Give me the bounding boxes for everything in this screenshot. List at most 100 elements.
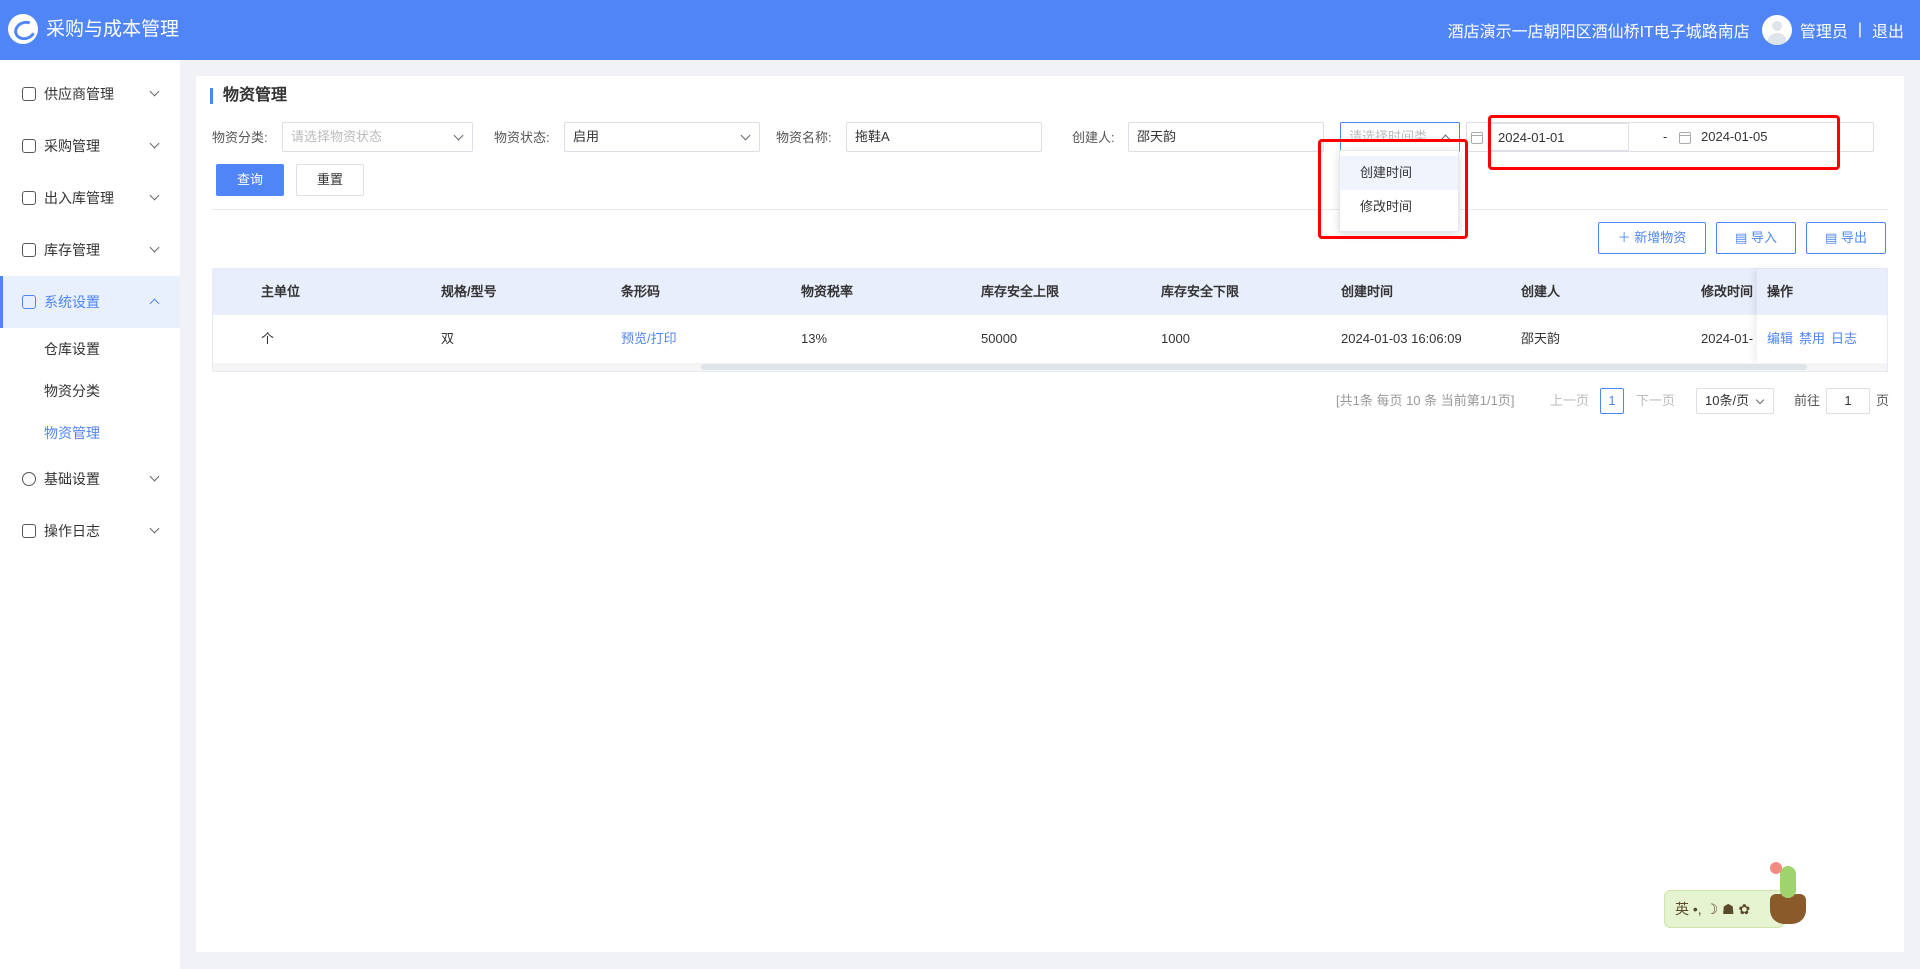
purchase-icon: [22, 139, 36, 153]
table-row: 个 双 预览/打印 13% 50000 1000 2024-01-03 16:0…: [213, 315, 1887, 363]
name-input[interactable]: 拖鞋A: [846, 122, 1042, 152]
cell-creator: 邵天韵: [1521, 331, 1561, 346]
chevron-down-icon: [1755, 395, 1765, 405]
page-size-select[interactable]: 10条/页: [1696, 388, 1774, 414]
sidebar-item-supplier[interactable]: 供应商管理: [0, 68, 180, 120]
goto-label: 前往: [1794, 393, 1821, 408]
sidebar-item-label: 出入库管理: [44, 190, 114, 206]
chevron-down-icon: [149, 471, 160, 482]
chevron-down-icon: [149, 86, 160, 97]
chevron-down-icon: [740, 130, 751, 141]
barcode-preview-link[interactable]: 预览/打印: [621, 315, 677, 363]
column-header: 修改时间: [1701, 284, 1754, 299]
column-header: 创建人: [1521, 284, 1561, 299]
chevron-down-icon: [453, 130, 464, 141]
sidebar-subitem-warehouse-settings[interactable]: 仓库设置: [44, 339, 100, 359]
column-header: 库存安全上限: [981, 284, 1060, 299]
gear-icon: [22, 472, 36, 486]
chevron-down-icon: [149, 242, 160, 253]
sidebar-item-inventory[interactable]: 库存管理: [0, 224, 180, 276]
add-material-button[interactable]: ＋ 新增物资: [1598, 222, 1706, 254]
sidebar-item-label: 系统设置: [44, 294, 100, 310]
sidebar-item-system-settings[interactable]: 系统设置: [0, 276, 180, 328]
supplier-icon: [22, 87, 36, 101]
disable-link[interactable]: 禁用: [1799, 331, 1825, 346]
creator-value: 邵天韵: [1137, 129, 1177, 144]
header-user-area: 酒店演示一店朝阳区酒仙桥IT电子城路南店 管理员 | 退出: [1448, 15, 1904, 45]
scrollbar-thumb[interactable]: [701, 364, 1807, 370]
user-name[interactable]: 管理员: [1800, 18, 1848, 42]
sidebar-item-operation-log[interactable]: 操作日志: [0, 505, 180, 557]
creator-label: 创建人:: [1072, 130, 1115, 145]
operations-column: 操作 编辑 禁用 日志: [1757, 269, 1887, 363]
divider: [212, 209, 1888, 210]
category-placeholder: 请选择物资状态: [291, 129, 383, 144]
sidebar-item-label: 采购管理: [44, 138, 100, 154]
operations-cell: 编辑 禁用 日志: [1757, 315, 1887, 363]
status-select[interactable]: 启用: [564, 122, 760, 152]
cell-created: 2024-01-03 16:06:09: [1341, 331, 1462, 346]
chevron-down-icon: [149, 138, 160, 149]
export-button[interactable]: ▤ 导出: [1806, 222, 1886, 254]
import-button[interactable]: ▤ 导入: [1716, 222, 1796, 254]
cell-unit: 个: [261, 331, 275, 346]
column-header: 库存安全下限: [1161, 284, 1240, 299]
export-label: 导出: [1840, 230, 1867, 245]
category-label: 物资分类:: [212, 130, 268, 145]
sidebar-item-label: 基础设置: [44, 471, 100, 487]
app-title: 采购与成本管理: [46, 19, 180, 40]
column-header: 物资税率: [801, 284, 854, 299]
avatar-icon[interactable]: [1761, 15, 1792, 45]
next-page-button[interactable]: 下一页: [1636, 388, 1675, 414]
sidebar-item-label: 供应商管理: [44, 86, 114, 102]
log-link[interactable]: 日志: [1831, 331, 1857, 346]
cell-lower: 1000: [1161, 331, 1190, 346]
cell-tax: 13%: [801, 331, 828, 346]
cell-upper: 50000: [981, 331, 1018, 346]
goto-page-input[interactable]: 1: [1826, 388, 1870, 414]
prev-page-button[interactable]: 上一页: [1550, 388, 1589, 414]
header-separator: |: [1857, 21, 1862, 38]
logout-link[interactable]: 退出: [1872, 18, 1904, 42]
cell-modified: 2024-01-: [1701, 331, 1754, 346]
sidebar-subitem-material-management[interactable]: 物资管理: [44, 423, 100, 443]
column-header: 主单位: [261, 284, 301, 299]
page-unit-label: 页: [1876, 393, 1890, 408]
sidebar-item-purchase[interactable]: 采购管理: [0, 120, 180, 172]
name-value: 拖鞋A: [855, 129, 890, 144]
add-material-label: 新增物资: [1634, 230, 1687, 245]
ime-toolbar[interactable]: 英 •, ☽ ☗ ✿: [1664, 862, 1812, 930]
content-card: 物资管理 物资分类: 请选择物资状态 物资状态: 启用 物资名称: 拖鞋A 创建…: [196, 76, 1904, 952]
log-icon: [22, 524, 36, 538]
chevron-down-icon: [149, 523, 160, 534]
horizontal-scrollbar[interactable]: [213, 363, 1887, 371]
table-header: 主单位 规格/型号 条形码 物资税率 库存安全上限 库存安全下限 创建时间 创建…: [213, 269, 1887, 315]
import-icon: ▤: [1735, 230, 1751, 245]
sidebar-item-warehouse-io[interactable]: 出入库管理: [0, 172, 180, 224]
pagination-summary: [共1条 每页 10 条 当前第1/1页]: [1336, 393, 1515, 408]
sidebar-subitem-material-category[interactable]: 物资分类: [44, 381, 100, 401]
category-select[interactable]: 请选择物资状态: [282, 122, 473, 152]
column-header: 创建时间: [1341, 284, 1394, 299]
creator-input[interactable]: 邵天韵: [1128, 122, 1324, 152]
ime-status-bar[interactable]: 英 •, ☽ ☗ ✿: [1664, 890, 1784, 928]
sidebar-item-label: 操作日志: [44, 523, 100, 539]
store-name[interactable]: 酒店演示一店朝阳区酒仙桥IT电子城路南店: [1448, 18, 1750, 42]
name-label: 物资名称:: [776, 130, 832, 145]
edit-link[interactable]: 编辑: [1767, 331, 1793, 346]
query-button[interactable]: 查询: [216, 164, 284, 196]
reset-button[interactable]: 重置: [296, 164, 364, 196]
top-header: 采购与成本管理 酒店演示一店朝阳区酒仙桥IT电子城路南店 管理员 | 退出: [0, 0, 1920, 60]
chevron-down-icon: [149, 190, 160, 201]
row-actions: 编辑 禁用 日志: [1767, 315, 1863, 363]
status-value: 启用: [573, 129, 600, 144]
sidebar-item-basic-settings[interactable]: 基础设置: [0, 453, 180, 505]
inventory-icon: [22, 243, 36, 257]
highlight-box-dropdown: [1318, 139, 1468, 239]
flower-icon: [1770, 862, 1782, 874]
sidebar-item-label: 库存管理: [44, 242, 100, 258]
export-icon: ▤: [1825, 230, 1841, 245]
page-number-current[interactable]: 1: [1600, 388, 1624, 414]
import-label: 导入: [1750, 230, 1777, 245]
calendar-icon: [1471, 132, 1483, 144]
